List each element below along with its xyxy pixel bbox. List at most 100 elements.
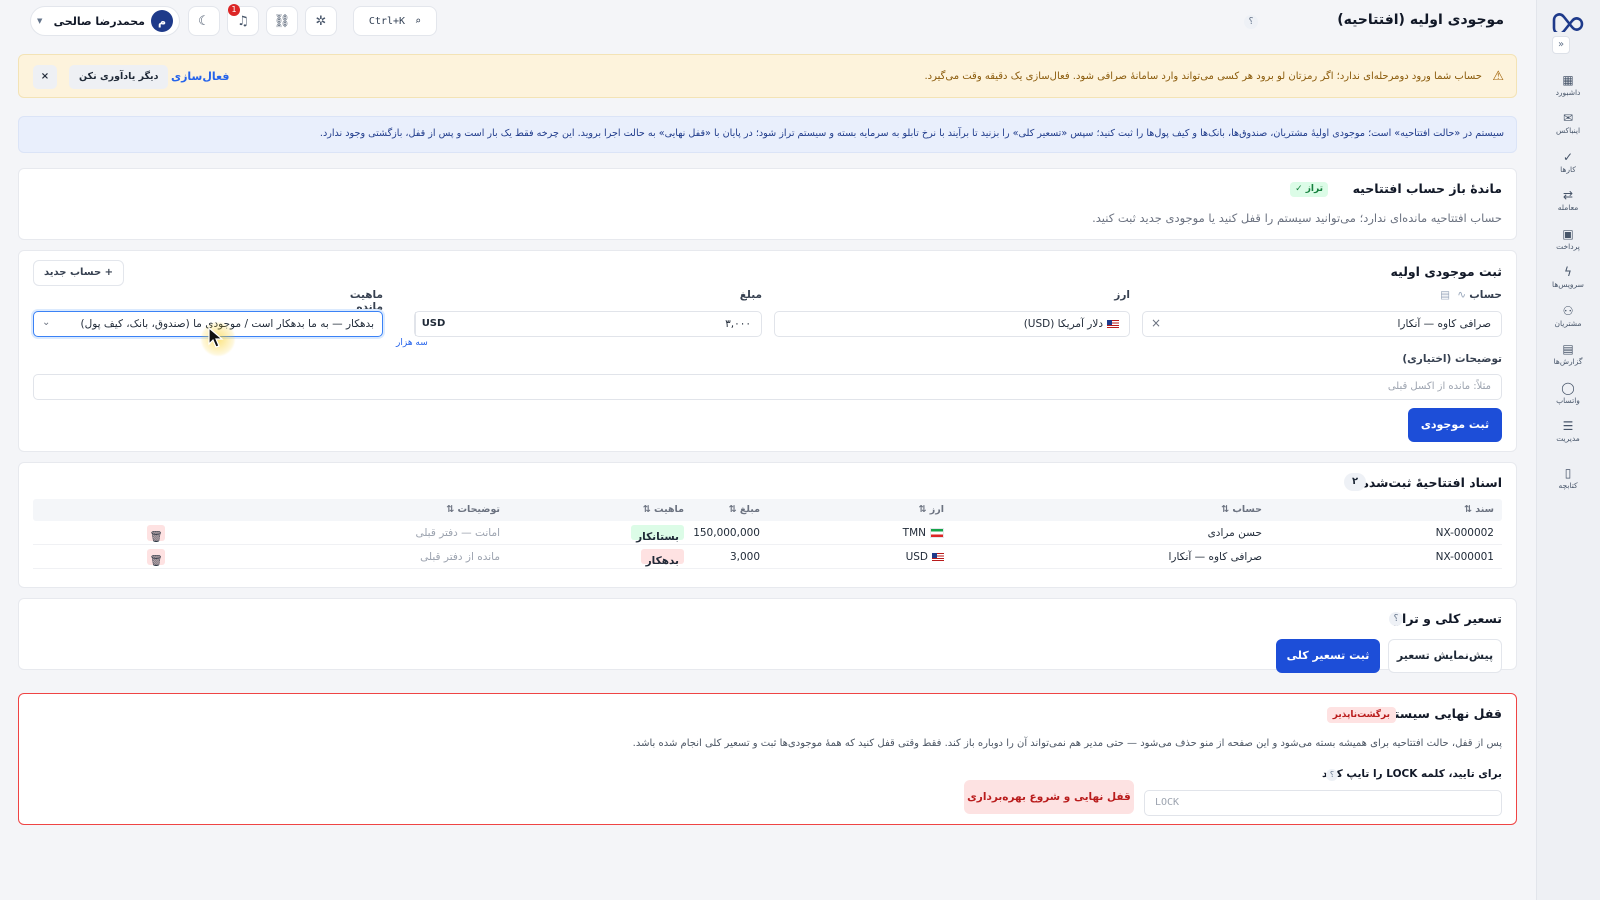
table-row: NX-000001 صرافی کاوه — آنکارا USD 3,000 … [33, 545, 1502, 569]
amount-cell: 3,000 [729, 551, 760, 563]
activity-icon[interactable]: ∿ [1457, 289, 1466, 301]
opening-documents-card: اسناد افتتاحیهٔ ثبت‌شده ۲ سند ⇅ حساب ⇅ ا… [18, 462, 1517, 588]
theme-toggle-button[interactable]: ☾ [188, 6, 220, 36]
documents-table: سند ⇅ حساب ⇅ ارز ⇅ مبلغ ⇅ ماهیت ⇅ توضیحا… [33, 499, 1502, 569]
final-lock-description: پس از قفل، حالت افتتاحیه برای همیشه بسته… [632, 738, 1502, 749]
sidebar-item-label: اینباکس [1555, 126, 1581, 136]
warning-text: حساب شما ورود دومرحله‌ای ندارد؛ اگر رمزت… [924, 71, 1482, 82]
account-name: حسن مرادی [1207, 527, 1262, 539]
sidebar-item-reports[interactable]: ▤ گزارش‌ها [1536, 336, 1600, 375]
sidebar-item-customers[interactable]: ⚇ مشتریان [1536, 297, 1600, 336]
dashboard-icon: ▦ [1562, 72, 1574, 87]
currency-value: دلار آمریکا (USD) [1024, 318, 1119, 330]
column-account[interactable]: حساب ⇅ [1221, 499, 1262, 521]
notes-label: توضیحات (اختیاری) [1402, 353, 1502, 365]
trade-icon: ⇄ [1562, 188, 1574, 203]
final-lock-button[interactable]: قفل نهایی و شروع بهره‌برداری [964, 780, 1134, 814]
sidebar-item-services[interactable]: ϟ سرویس‌ها [1536, 259, 1600, 298]
us-flag-icon [932, 553, 944, 561]
sidebar-item-dashboard[interactable]: ▦ داشبورد [1536, 66, 1600, 105]
whatsapp-icon: ◯ [1561, 380, 1575, 395]
sidebar-item-label: کتابچه [1558, 480, 1578, 490]
bell-icon: ♫ [237, 13, 249, 29]
user-name: محمدرضا صالحی [53, 14, 145, 28]
search-button[interactable]: ⌕ Ctrl+K [353, 6, 437, 36]
column-notes[interactable]: توضیحات ⇅ [446, 499, 500, 521]
collapse-sidebar-button[interactable]: « [1552, 36, 1570, 54]
revaluation-card: تسعیر کلی و تراز ؟ پیش‌نمایش تسعیر ثبت ت… [18, 598, 1517, 673]
column-nature[interactable]: ماهیت ⇅ [643, 499, 684, 521]
user-menu[interactable]: م محمدرضا صالحی ▼ [30, 6, 180, 36]
revaluation-title: تسعیر کلی و تراز [1394, 611, 1502, 626]
bug-icon: ✲ [315, 13, 327, 29]
doc-number: NX-000002 [1435, 527, 1494, 539]
two-factor-warning: ⚠ حساب شما ورود دومرحله‌ای ندارد؛ اگر رم… [18, 54, 1517, 98]
irreversible-badge: برگشت‌ناپذیر [1326, 707, 1396, 723]
column-doc[interactable]: سند ⇅ [1464, 499, 1494, 521]
app-logo[interactable] [1550, 8, 1586, 32]
column-currency[interactable]: ارز ⇅ [919, 499, 944, 521]
sidebar-item-management[interactable]: ☰ مدیریت [1536, 413, 1600, 452]
help-icon[interactable]: ؟ [1389, 612, 1403, 626]
documents-title: اسناد افتتاحیهٔ ثبت‌شده [1361, 475, 1502, 490]
submit-revaluation-button[interactable]: ثبت تسعیر کلی [1276, 639, 1380, 673]
help-icon[interactable]: ؟ [1244, 15, 1258, 29]
sidebar-item-label: کارها [1560, 164, 1576, 174]
activate-2fa-link[interactable]: فعال‌سازی [171, 70, 229, 83]
payment-icon: ▣ [1562, 226, 1574, 241]
sidebar-item-trade[interactable]: ⇄ معامله [1536, 182, 1600, 221]
preview-revaluation-button[interactable]: پیش‌نمایش تسعیر [1388, 639, 1502, 673]
mouse-cursor [200, 321, 236, 357]
close-warning-button[interactable]: × [33, 65, 57, 89]
account-select[interactable]: صرافی کاوه — آنکارا × [1142, 311, 1502, 337]
currency-cell: TMN [903, 521, 944, 545]
currency-cell: USD [906, 545, 944, 569]
link-button[interactable]: ⛓ [266, 6, 298, 36]
customers-icon: ⚇ [1562, 303, 1574, 318]
info-text: سیستم در «حالت افتتاحیه» است؛ موجودی اول… [319, 128, 1504, 139]
amount-input[interactable]: ۳,۰۰۰ USD [414, 311, 762, 337]
sidebar-item-tasks[interactable]: ✓ کارها [1536, 143, 1600, 182]
credit-badge: بستانکار [631, 525, 684, 543]
sidebar: « ▦ داشبورد ✉ اینباکس ✓ کارها ⇄ معامله ▣ پردا… [1536, 0, 1600, 900]
trash-icon: 🗑 [147, 549, 165, 567]
new-account-button[interactable]: + حساب جدید [33, 260, 125, 286]
dont-remind-button[interactable]: دیگر یادآوری نکن [69, 65, 169, 89]
account-label: حساب [1469, 289, 1502, 301]
services-icon: ϟ [1564, 265, 1572, 280]
page-title: موجودی اولیه (افتتاحیه) [1337, 12, 1504, 28]
sidebar-item-handbook[interactable]: ▯ کتابچه [1536, 459, 1600, 498]
search-shortcut: Ctrl+K [368, 15, 406, 27]
sidebar-item-inbox[interactable]: ✉ اینباکس [1536, 105, 1600, 144]
warning-icon: ⚠ [1492, 69, 1504, 84]
help-icon[interactable]: ؟ [1326, 769, 1338, 781]
column-amount[interactable]: مبلغ ⇅ [729, 499, 760, 521]
notes-cell: مانده از دفتر قبلی [420, 551, 500, 563]
sidebar-item-payment[interactable]: ▣ پرداخت [1536, 220, 1600, 259]
lock-confirm-label: برای تایید، کلمه LOCK را تایپ کنید [1321, 768, 1502, 780]
amount-unit: USD [415, 312, 451, 336]
sidebar-item-whatsapp[interactable]: ◯ واتساپ [1536, 374, 1600, 413]
notifications-button[interactable]: ♫ 1 [227, 4, 259, 36]
account-value: صرافی کاوه — آنکارا [1397, 318, 1491, 330]
inbox-icon: ✉ [1562, 111, 1574, 126]
notes-placeholder: مثلاً: مانده از اکسل قبلی [1387, 381, 1491, 392]
lock-confirm-input[interactable]: LOCK [1144, 790, 1502, 816]
currency-label: ارز [1114, 289, 1130, 301]
document-icon[interactable]: ▤ [1440, 289, 1450, 301]
bug-report-button[interactable]: ✲ [305, 6, 337, 36]
iran-flag-icon [930, 528, 944, 538]
save-stock-button[interactable]: ثبت موجودی [1408, 408, 1502, 442]
sidebar-item-label: داشبورد [1555, 87, 1581, 97]
table-header: سند ⇅ حساب ⇅ ارز ⇅ مبلغ ⇅ ماهیت ⇅ توضیحا… [33, 499, 1502, 521]
sidebar-nav: ▦ داشبورد ✉ اینباکس ✓ کارها ⇄ معامله ▣ پرداخت… [1536, 66, 1600, 498]
form-title: ثبت موجودی اولیه [1390, 264, 1502, 279]
reports-icon: ▤ [1562, 342, 1574, 357]
delete-row-button[interactable]: 🗑 [147, 545, 165, 573]
clear-account-icon[interactable]: × [1151, 316, 1161, 330]
debit-badge: بدهکار [640, 549, 684, 567]
amount-cell: 150,000,000 [693, 527, 760, 539]
doc-number: NX-000001 [1435, 551, 1494, 563]
notes-input[interactable]: مثلاً: مانده از اکسل قبلی [33, 374, 1502, 400]
currency-select[interactable]: دلار آمریکا (USD) [774, 311, 1130, 337]
